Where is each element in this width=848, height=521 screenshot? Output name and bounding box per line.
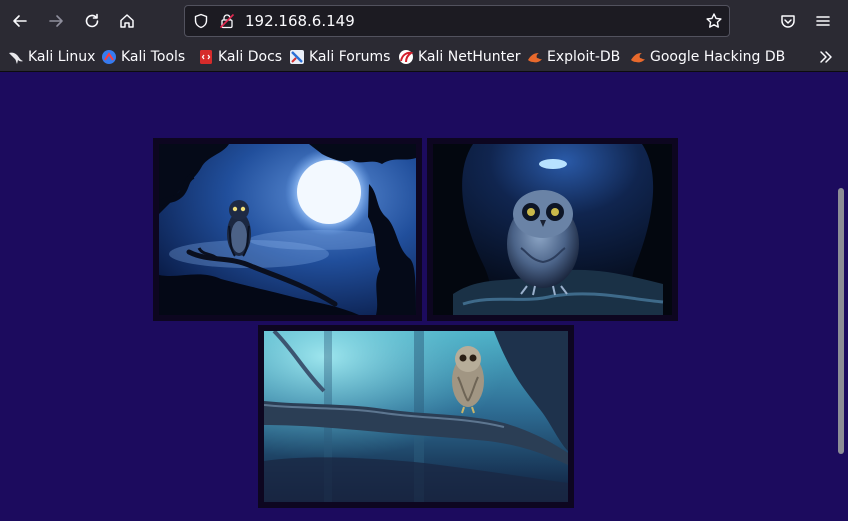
url-text[interactable]: 192.168.6.149 (245, 12, 355, 30)
owl-moon-frame (153, 138, 422, 321)
address-bar[interactable]: 192.168.6.149 (184, 5, 730, 37)
bookmark-kali-tools[interactable]: Kali Tools (101, 47, 185, 67)
owl-cave-image[interactable] (433, 144, 672, 315)
bookmark-label: Kali Tools (121, 49, 186, 65)
page-scrollbar-thumb[interactable] (838, 188, 844, 454)
reload-icon (85, 13, 99, 28)
bookmark-google-hacking-db[interactable]: Google Hacking DB (630, 47, 785, 67)
bookmark-label: Kali NetHunter (418, 49, 521, 65)
forward-button[interactable] (41, 6, 71, 36)
bookmark-label: Kali Linux (28, 49, 96, 65)
bookmark-kali-linux[interactable]: Kali Linux (8, 47, 95, 67)
menu-icon (816, 16, 830, 26)
kali-forums-icon (290, 50, 304, 64)
owl-cave-frame (427, 138, 678, 321)
owl-branch-image[interactable] (264, 331, 568, 502)
reload-button[interactable] (77, 6, 107, 36)
bookmark-kali-docs[interactable]: Kali Docs (198, 47, 282, 67)
exploit-db-icon (528, 53, 542, 63)
tracking-protection-shield-icon[interactable] (193, 13, 209, 29)
home-icon (120, 14, 134, 28)
page-content (0, 72, 848, 521)
kali-dragon-icon (9, 52, 23, 64)
navigation-toolbar: 192.168.6.149 (0, 0, 848, 42)
bookmark-label: Kali Docs (218, 49, 283, 65)
home-button[interactable] (112, 6, 142, 36)
bookmarks-toolbar: Kali Linux Kali Tools Kali Docs Kali For… (0, 42, 848, 72)
back-button[interactable] (5, 6, 35, 36)
owl-branch-frame (258, 325, 574, 508)
bookmark-kali-forums[interactable]: Kali Forums (289, 47, 390, 67)
back-arrow-icon (13, 15, 27, 27)
bookmark-label: Kali Forums (309, 49, 391, 65)
app-menu-button[interactable] (808, 6, 838, 36)
kali-tools-icon (102, 50, 116, 64)
ghdb-icon (631, 53, 645, 63)
owl-moon-image[interactable] (159, 144, 416, 315)
pocket-button[interactable] (773, 6, 803, 36)
bookmark-exploit-db[interactable]: Exploit-DB (527, 47, 620, 67)
kali-nethunter-icon (399, 50, 414, 64)
forward-arrow-icon (49, 15, 63, 27)
bookmark-star-icon[interactable] (705, 12, 723, 30)
kali-docs-icon (200, 50, 212, 64)
bookmarks-overflow-chevron-icon[interactable] (818, 49, 834, 65)
pocket-icon (781, 15, 795, 28)
bookmark-kali-nethunter[interactable]: Kali NetHunter (398, 47, 520, 67)
insecure-lock-icon[interactable] (219, 13, 235, 29)
bookmark-label: Exploit-DB (547, 49, 621, 65)
bookmark-label: Google Hacking DB (650, 49, 786, 65)
